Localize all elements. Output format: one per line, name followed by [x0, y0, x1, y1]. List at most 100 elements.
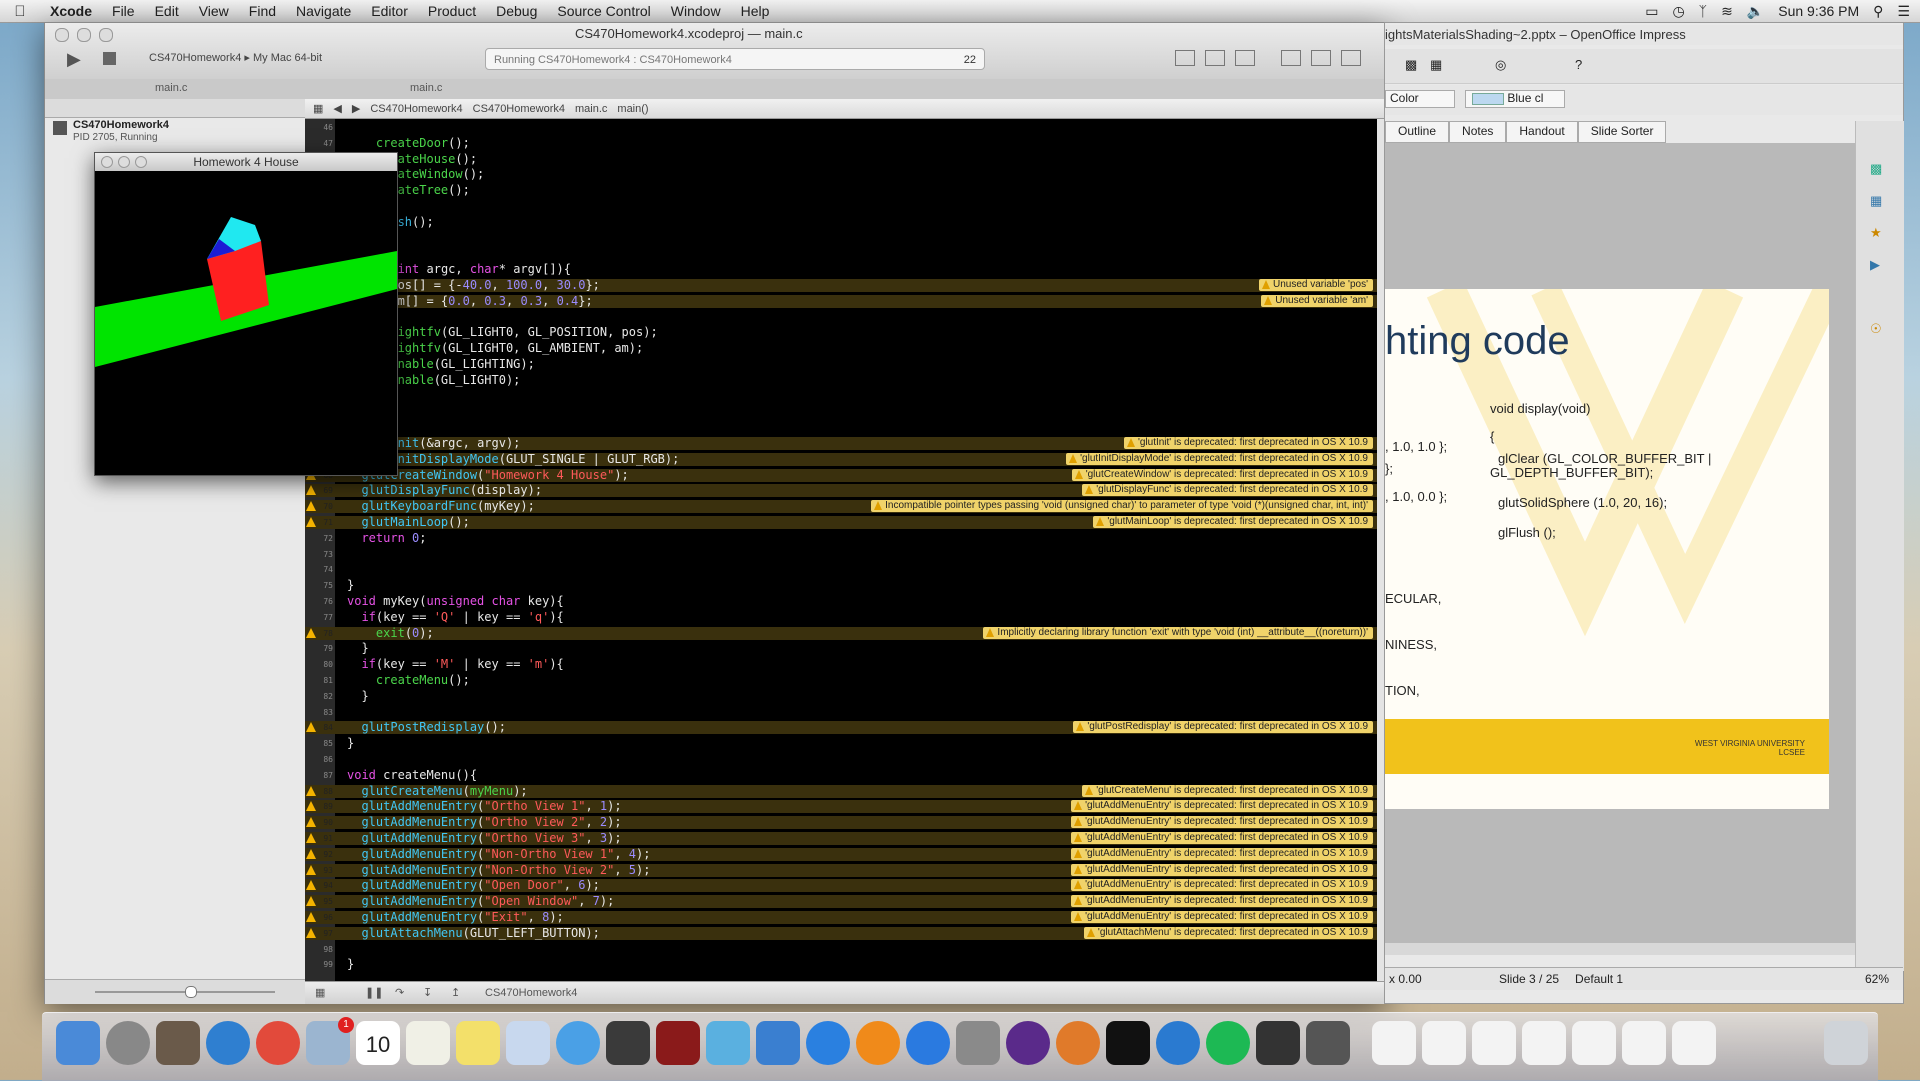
warning-badge[interactable]: 'glutAddMenuEntry' is deprecated: first …	[1071, 847, 1373, 860]
step-in-icon[interactable]: ↧	[423, 986, 432, 999]
warning-badge[interactable]: 'glutAddMenuEntry' is deprecated: first …	[1071, 832, 1373, 844]
code-line[interactable]: 74	[305, 563, 1377, 576]
layouts-icon[interactable]: ▦	[1870, 193, 1882, 209]
warning-badge[interactable]: 'glutCreateMenu' is deprecated: first de…	[1082, 784, 1373, 797]
warning-badge[interactable]: 'glutAddMenuEntry' is deprecated: first …	[1071, 911, 1373, 923]
code-line[interactable]: glEnable(GL_LIGHTING);	[305, 358, 1377, 371]
code-line[interactable]	[305, 311, 1377, 324]
tab-handout[interactable]: Handout	[1506, 121, 1578, 143]
printer-icon[interactable]	[1256, 1021, 1300, 1065]
slide-canvas[interactable]: hting code void display(void) { glClear …	[1385, 289, 1829, 809]
minimized-window-6-icon[interactable]	[1622, 1021, 1666, 1065]
navigator-icon[interactable]: ◎	[1495, 57, 1506, 73]
code-line[interactable]	[305, 247, 1377, 260]
app-store-icon[interactable]	[906, 1021, 950, 1065]
line-number[interactable]: 86	[307, 753, 333, 766]
menu-editor[interactable]: Editor	[361, 3, 418, 19]
menu-debug[interactable]: Debug	[486, 3, 547, 19]
code-line[interactable]: 90 glutAddMenuEntry("Ortho View 2", 2); '…	[305, 816, 1377, 830]
line-number[interactable]: 85	[307, 737, 333, 750]
code-line[interactable]: 95 glutAddMenuEntry("Open Window", 7);'g…	[305, 895, 1377, 909]
menu-find[interactable]: Find	[239, 3, 286, 19]
menu-file[interactable]: File	[102, 3, 145, 19]
menu-help[interactable]: Help	[731, 3, 780, 19]
code-line[interactable]: 97 glutAttachMenu(GLUT_LEFT_BUTTON);'glu…	[305, 926, 1377, 940]
warning-badge[interactable]: Implicitly declaring library function 'e…	[983, 626, 1373, 639]
trash-icon[interactable]	[1824, 1021, 1868, 1065]
code-line[interactable]: 96 glutAddMenuEntry("Exit", 8);'glutAddM…	[305, 911, 1377, 924]
code-line[interactable]	[305, 405, 1377, 418]
warning-badge[interactable]: 'glutAddMenuEntry' is deprecated: first …	[1071, 816, 1373, 829]
system-preferences-icon[interactable]	[956, 1021, 1000, 1065]
tab-main-c-left[interactable]: main.c	[155, 82, 187, 94]
related-items-icon[interactable]: ▦	[313, 102, 323, 115]
line-number[interactable]: 79	[307, 642, 333, 655]
code-line[interactable]: 84 glutPostRedisplay();'glutPostRedispla…	[305, 721, 1377, 735]
glut-window-titlebar[interactable]: Homework 4 House	[95, 153, 397, 171]
warning-badge[interactable]: Incompatible pointer types passing 'void…	[871, 500, 1373, 513]
glut-window[interactable]: Homework 4 House	[94, 152, 398, 476]
blender-icon[interactable]	[1056, 1021, 1100, 1065]
wifi-icon[interactable]: ≋	[1721, 3, 1733, 20]
warning-icon[interactable]	[306, 896, 316, 907]
code-line[interactable]: 73	[305, 548, 1377, 561]
airplay-icon[interactable]: ▭	[1645, 3, 1658, 20]
menu-source-control[interactable]: Source Control	[547, 3, 660, 19]
status-zoom[interactable]: 62%	[1865, 972, 1889, 986]
code-line[interactable]: in(int argc, char* argv[]){	[305, 263, 1377, 276]
code-line[interactable]: 94 glutAddMenuEntry("Open Door", 6);'glu…	[305, 879, 1377, 893]
minimized-window-1-icon[interactable]	[1372, 1021, 1416, 1065]
menu-edit[interactable]: Edit	[145, 3, 189, 19]
code-line[interactable]: t am[] = {0.0, 0.3, 0.3, 0.4};Unused var…	[305, 294, 1377, 308]
menu-navigate[interactable]: Navigate	[286, 3, 361, 19]
source-editor[interactable]: 46 47 createDoor(); createHouse(); create…	[305, 119, 1377, 981]
code-line[interactable]: 46	[305, 121, 1377, 134]
navigator-toggle-icon[interactable]	[1281, 50, 1301, 66]
warning-icon[interactable]	[306, 627, 316, 638]
thread-slider-knob[interactable]	[185, 986, 197, 998]
eclipse-icon[interactable]	[1006, 1021, 1050, 1065]
warning-icon[interactable]	[306, 501, 316, 512]
warning-icon[interactable]	[306, 833, 316, 843]
spotify-icon[interactable]	[1206, 1021, 1250, 1065]
custom-animation-icon[interactable]: ▶	[1870, 257, 1880, 273]
chrome-icon[interactable]	[256, 1021, 300, 1065]
table-icon[interactable]: ▦	[1430, 57, 1442, 73]
warning-badge[interactable]: Unused variable 'pos'	[1259, 279, 1373, 291]
launchpad-icon[interactable]	[106, 1021, 150, 1065]
time-machine-icon[interactable]: ◷	[1672, 3, 1684, 20]
code-line[interactable]: 72 return 0;	[305, 531, 1377, 545]
code-line[interactable]: 86	[305, 753, 1377, 766]
warning-badge[interactable]: 'glutAddMenuEntry' is deprecated: first …	[1071, 800, 1373, 813]
code-line[interactable]: 82 }	[305, 689, 1377, 703]
line-number[interactable]: 74	[307, 563, 333, 576]
warning-badge[interactable]: Unused variable 'am'	[1261, 294, 1373, 307]
clock[interactable]: Sun 9:36 PM	[1778, 3, 1859, 19]
debug-target[interactable]: CS470Homework4	[485, 987, 577, 999]
tab-outline[interactable]: Outline	[1385, 121, 1450, 143]
color-mode-dropdown[interactable]: Color	[1385, 90, 1455, 108]
jumpbar-project[interactable]: CS470Homework4	[370, 103, 462, 115]
line-number[interactable]: 81	[307, 674, 333, 687]
code-line[interactable]: 70 glutKeyboardFunc(myKey); Incompatible …	[305, 500, 1377, 514]
utilities-toggle-icon[interactable]	[1341, 50, 1361, 66]
code-line[interactable]: 87 void createMenu(){	[305, 768, 1377, 782]
code-line[interactable]: utInitDisplayMode(GLUT_SINGLE | GLUT_RGB…	[305, 452, 1377, 466]
code-line[interactable]	[305, 421, 1377, 434]
code-line[interactable]: createTree();	[305, 184, 1377, 197]
line-number[interactable]: 73	[307, 548, 333, 561]
jumpbar-group[interactable]: CS470Homework4	[473, 103, 565, 115]
tab-notes[interactable]: Notes	[1449, 121, 1507, 143]
notification-center-icon[interactable]: ☰	[1897, 3, 1910, 20]
minimized-window-4-icon[interactable]	[1522, 1021, 1566, 1065]
minimized-window-7-icon[interactable]	[1672, 1021, 1716, 1065]
code-line[interactable]: 68 glutCreateWindow("Homework 4 House");…	[305, 468, 1377, 482]
safari-icon[interactable]	[206, 1021, 250, 1065]
navigator-selector-bar[interactable]	[45, 99, 305, 118]
tab-slide-sorter[interactable]: Slide Sorter	[1577, 121, 1667, 143]
code-line[interactable]: createWindow();	[305, 168, 1377, 181]
version-editor-icon[interactable]	[1235, 50, 1255, 66]
menu-view[interactable]: View	[189, 3, 239, 19]
debug-area-toggle-icon[interactable]	[1311, 50, 1331, 66]
line-number[interactable]: 77	[307, 611, 333, 624]
